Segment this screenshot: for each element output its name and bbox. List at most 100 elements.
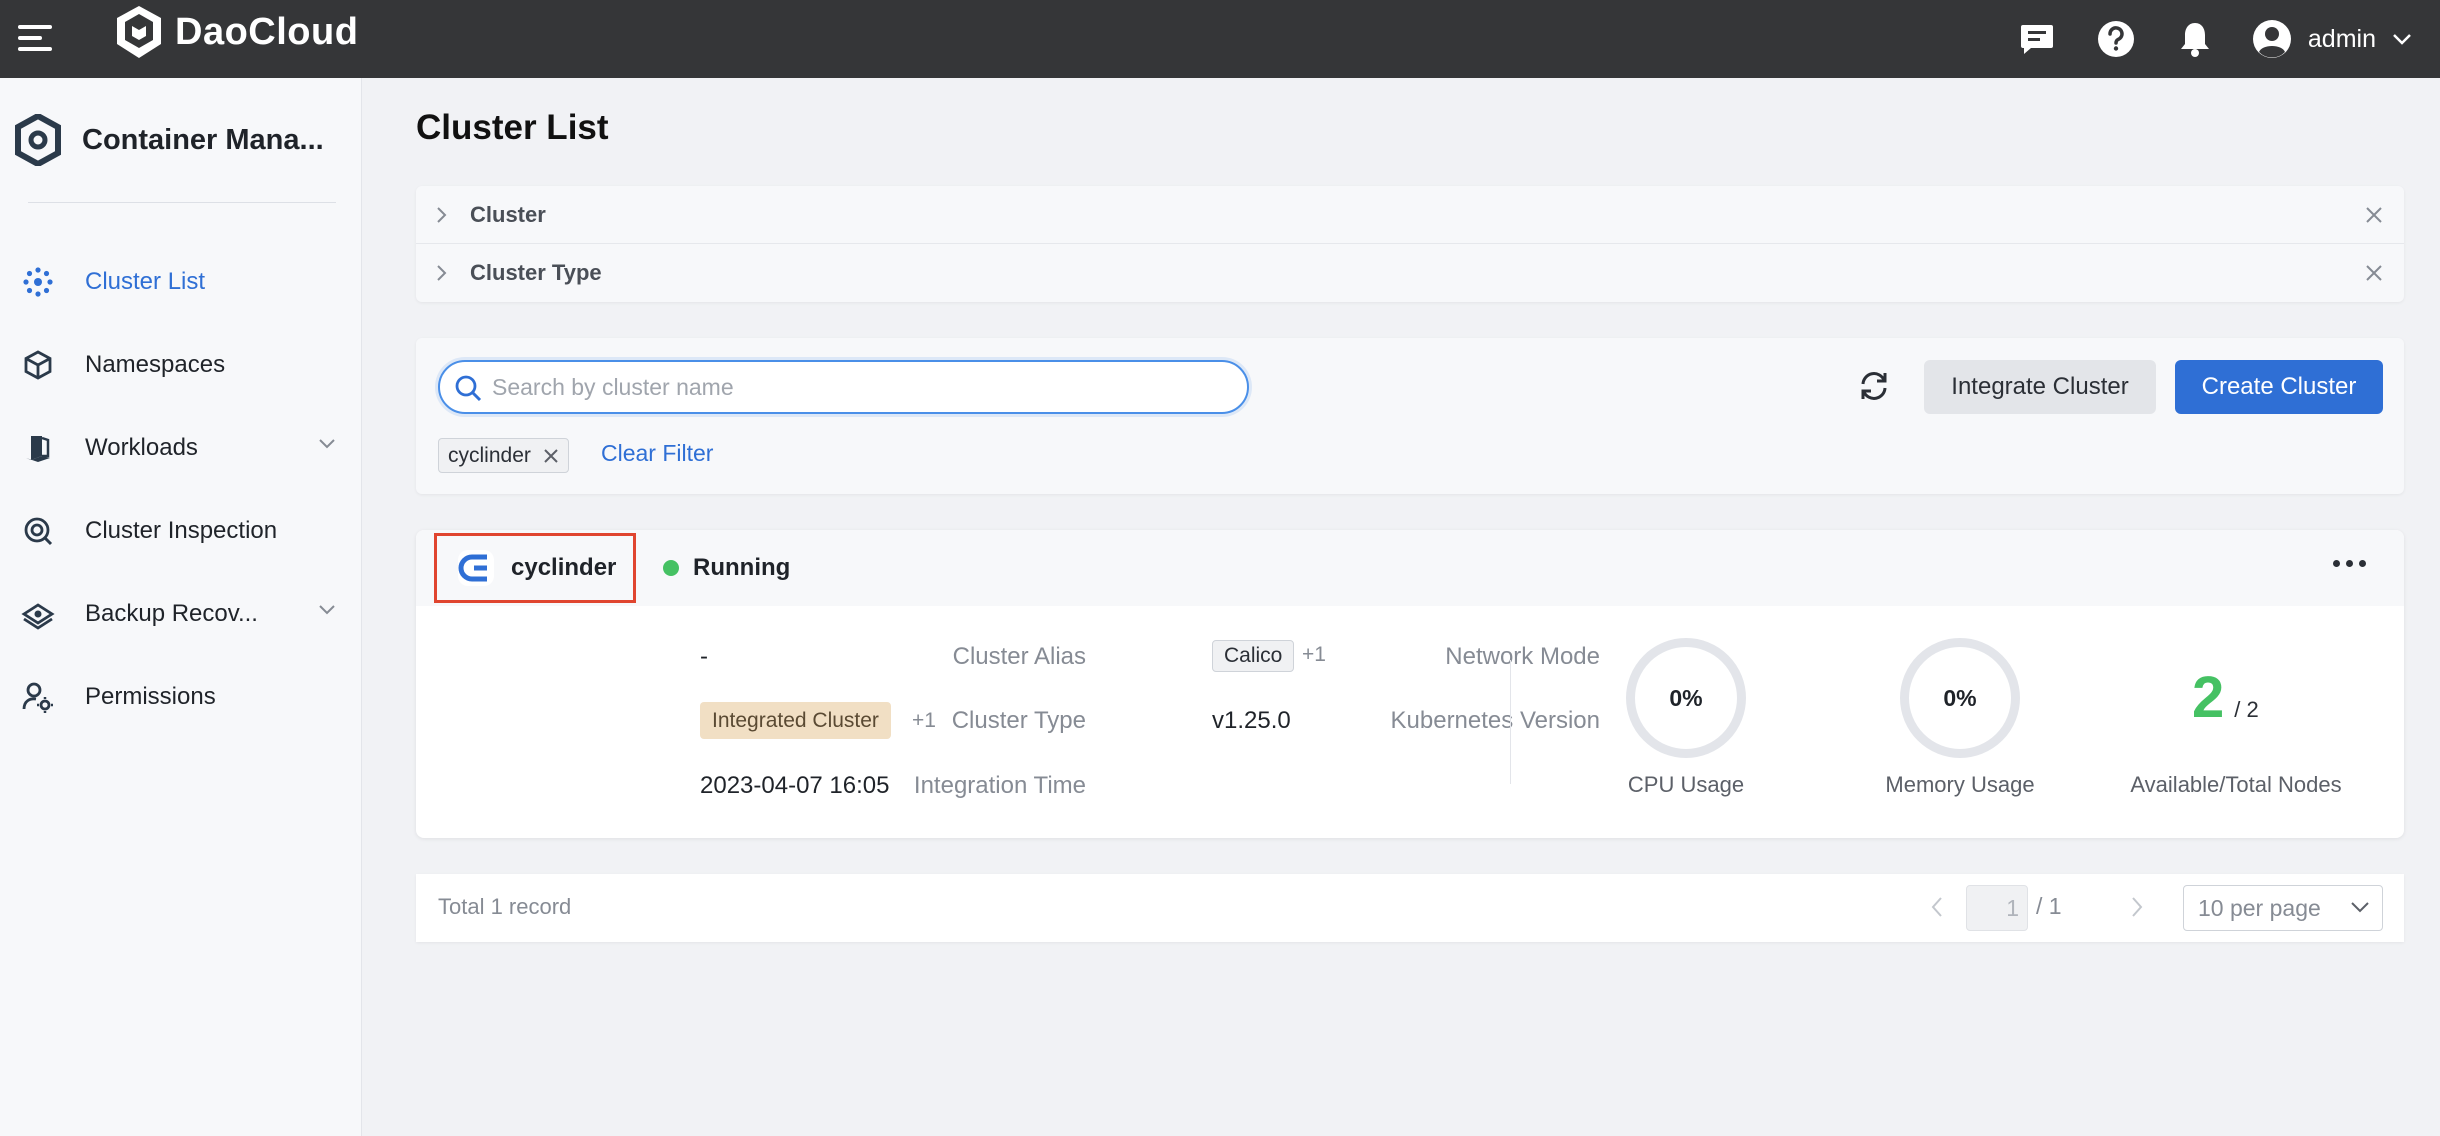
bell-icon[interactable]	[2173, 17, 2217, 61]
node-count: 2 / 2	[2192, 664, 2259, 731]
page-total: / 1	[2036, 893, 2062, 919]
total-nodes-value: / 2	[2234, 697, 2259, 722]
brand-logo[interactable]: DaoCloud	[113, 4, 358, 60]
menu-icon[interactable]	[18, 20, 54, 56]
filter-label: Cluster Type	[470, 260, 602, 285]
namespace-cube-icon	[20, 347, 56, 383]
search-box	[438, 360, 1249, 414]
available-total-nodes-label: Available/Total Nodes	[2130, 772, 2342, 797]
cluster-type-badge: Integrated Cluster	[700, 702, 891, 739]
cpu-usage-value: 0%	[1669, 684, 1703, 711]
status-dot	[663, 560, 679, 576]
cluster-card-header: cyclinder Running	[416, 530, 2404, 606]
card-divider	[1510, 660, 1511, 784]
sidebar-item-label: Namespaces	[85, 350, 226, 378]
daocloud-logo-icon	[117, 6, 161, 58]
prev-page-icon[interactable]	[1930, 896, 1944, 918]
top-navigation-bar: DaoCloud admin	[0, 0, 2440, 78]
page-number-input[interactable]: 1	[1966, 885, 2028, 931]
cluster-toolbar: Integrate Cluster Create Cluster cyclind…	[416, 338, 2404, 494]
network-mode-more[interactable]: +1	[1302, 643, 1326, 667]
container-management-icon	[15, 114, 61, 166]
sidebar-item-namespaces[interactable]: Namespaces	[0, 323, 362, 406]
cluster-card: cyclinder Running Cluster Alias - Cluste…	[416, 530, 2404, 838]
inspection-icon	[20, 513, 56, 549]
cluster-logo-icon	[458, 550, 494, 586]
active-filter-tag: cyclinder	[438, 438, 569, 473]
chevron-down-icon	[2393, 34, 2411, 45]
integrate-cluster-button[interactable]: Integrate Cluster	[1924, 360, 2156, 414]
close-icon[interactable]	[543, 448, 559, 464]
memory-usage-label: Memory Usage	[1885, 772, 2035, 797]
per-page-value: 10 per page	[2198, 894, 2321, 921]
backup-icon	[20, 596, 56, 632]
filter-tag-label: cyclinder	[448, 443, 531, 467]
chevron-down-icon	[319, 439, 335, 449]
pagination-bar: Total 1 record 1 / 1 10 per page	[416, 874, 2404, 942]
sidebar-item-cluster-inspection[interactable]: Cluster Inspection	[0, 489, 362, 572]
sidebar-item-label: Permissions	[85, 682, 216, 710]
filter-panel: Cluster Cluster Type	[416, 186, 2404, 302]
product-name: Container Mana...	[82, 123, 324, 156]
memory-usage-value: 0%	[1943, 684, 1977, 711]
help-icon[interactable]	[2094, 17, 2138, 61]
sidebar-divider	[28, 202, 336, 203]
total-records: Total 1 record	[438, 894, 572, 919]
filter-row-cluster-type[interactable]: Cluster Type	[416, 244, 2404, 302]
close-icon[interactable]	[2364, 205, 2384, 225]
product-header[interactable]: Container Mana...	[14, 114, 324, 166]
sidebar-item-backup-recovery[interactable]: Backup Recov...	[0, 572, 362, 655]
message-icon[interactable]	[2015, 17, 2059, 61]
page-title: Cluster List	[416, 108, 609, 147]
clear-filter-link[interactable]: Clear Filter	[601, 440, 713, 467]
integration-time-label: Integration Time	[913, 772, 1086, 799]
sidebar: Container Mana... Cluster List Namespace…	[0, 78, 362, 1136]
brand-name: DaoCloud	[175, 10, 359, 53]
sidebar-item-label: Backup Recov...	[85, 599, 258, 627]
cluster-name: cyclinder	[511, 554, 617, 581]
kubernetes-version-label: Kubernetes Version	[1390, 707, 1600, 734]
cpu-usage-label: CPU Usage	[1627, 772, 1745, 797]
filter-row-cluster[interactable]: Cluster	[416, 186, 2404, 244]
chevron-right-icon	[437, 207, 447, 223]
cluster-name-link[interactable]: cyclinder	[434, 533, 636, 603]
search-icon	[455, 375, 482, 402]
workload-icon	[20, 430, 56, 466]
cluster-type-more[interactable]: +1	[912, 709, 936, 733]
create-cluster-button[interactable]: Create Cluster	[2175, 360, 2383, 414]
user-menu[interactable]: admin	[2252, 19, 2412, 59]
sidebar-item-label: Cluster Inspection	[85, 516, 278, 544]
sidebar-item-cluster-list[interactable]: Cluster List	[0, 240, 362, 323]
sidebar-menu: Cluster List Namespaces Workloads Cluste…	[0, 240, 362, 738]
close-icon[interactable]	[2364, 263, 2384, 283]
more-actions-button[interactable]	[2329, 556, 2370, 571]
search-input[interactable]	[492, 370, 1232, 404]
top-right-actions: admin	[2015, 0, 2440, 78]
sidebar-item-label: Cluster List	[85, 267, 206, 295]
network-mode-badge: Calico	[1212, 640, 1295, 672]
network-mode-label: Network Mode	[1445, 643, 1600, 670]
available-nodes-value: 2	[2192, 665, 2225, 730]
refresh-icon	[1861, 372, 1887, 400]
integration-time-value: 2023-04-07 16:05	[700, 772, 890, 799]
chevron-down-icon	[319, 605, 335, 615]
refresh-button[interactable]	[1852, 364, 1896, 408]
cluster-alias-value: -	[700, 643, 708, 670]
sidebar-item-workloads[interactable]: Workloads	[0, 406, 362, 489]
per-page-select[interactable]: 10 per page	[2183, 885, 2383, 931]
cluster-icon	[20, 264, 56, 300]
sidebar-item-permissions[interactable]: Permissions	[0, 655, 362, 738]
username: admin	[2307, 24, 2376, 53]
memory-usage-ring: 0%	[1900, 638, 2020, 758]
status-badge: Running	[663, 554, 790, 582]
next-page-icon[interactable]	[2130, 896, 2144, 918]
user-avatar-icon	[2252, 20, 2291, 58]
cluster-type-label: Cluster Type	[951, 707, 1086, 734]
cluster-alias-label: Cluster Alias	[952, 643, 1086, 670]
filter-label: Cluster	[470, 201, 546, 227]
cpu-usage-ring: 0%	[1626, 638, 1746, 758]
status-text: Running	[693, 554, 791, 581]
chevron-right-icon	[437, 265, 447, 281]
permissions-user-gear-icon	[20, 679, 56, 715]
sidebar-item-label: Workloads	[85, 433, 198, 461]
